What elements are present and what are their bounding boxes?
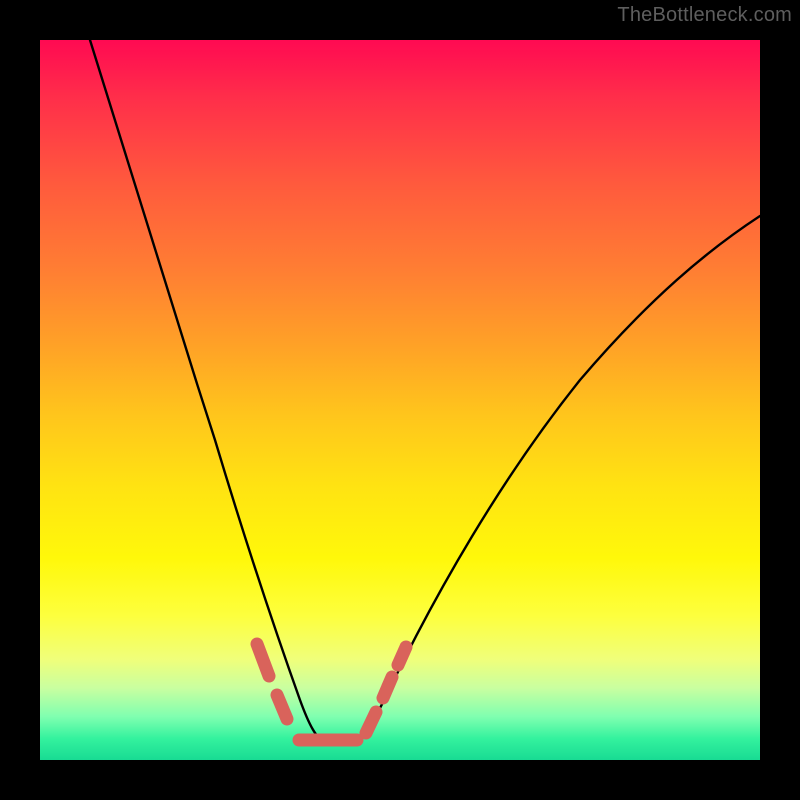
marker-band	[257, 644, 406, 740]
plot-area	[40, 40, 760, 760]
chart-stage: TheBottleneck.com	[0, 0, 800, 800]
curve-svg	[40, 40, 760, 760]
watermark-text: TheBottleneck.com	[617, 4, 792, 27]
bottleneck-curve	[90, 40, 760, 745]
